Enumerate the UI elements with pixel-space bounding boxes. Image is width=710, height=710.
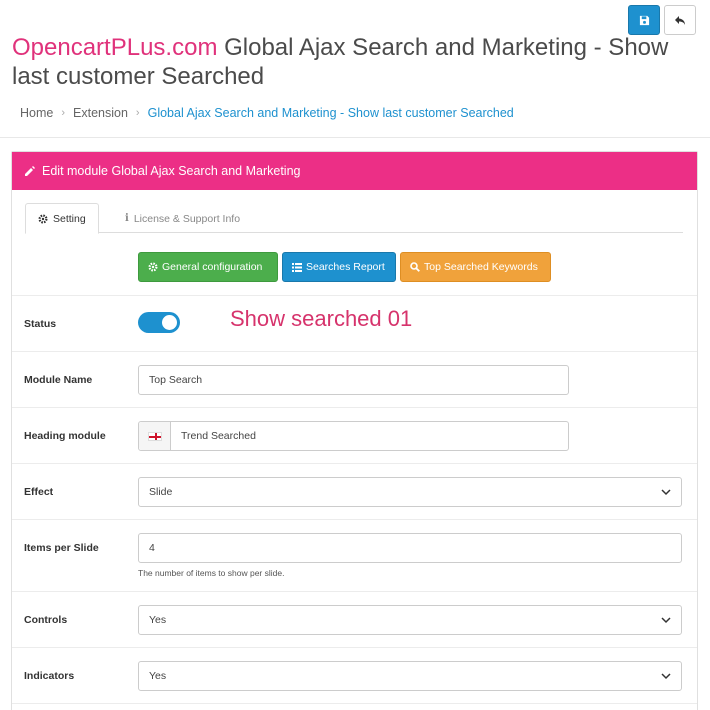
top-searched-keywords-label: Top Searched Keywords xyxy=(424,261,538,273)
chevron-down-icon xyxy=(661,487,671,497)
tab-license-label: License & Support Info xyxy=(133,212,241,225)
module-name-label: Module Name xyxy=(24,374,93,386)
top-searched-keywords-button[interactable]: Top Searched Keywords xyxy=(400,252,551,282)
divider xyxy=(0,137,710,138)
tab-license[interactable]: i License & Support Info xyxy=(113,203,252,234)
form-row-heading-module: Heading module Trend Searched xyxy=(12,407,697,463)
general-configuration-label: General configuration xyxy=(162,261,263,273)
effect-value: Slide xyxy=(149,486,173,498)
tab-bar: Setting i License & Support Info xyxy=(25,203,683,234)
controls-value: Yes xyxy=(149,614,167,626)
save-icon xyxy=(639,15,649,25)
breadcrumb-extension[interactable]: Extension xyxy=(73,106,128,120)
en-gb-flag-icon xyxy=(147,431,162,441)
heading-module-value: Trend Searched xyxy=(181,430,256,442)
page-title: OpencartPLus.com Global Ajax Search and … xyxy=(12,33,692,91)
indicators-select[interactable]: Yes xyxy=(138,661,682,691)
toggle-knob xyxy=(162,315,177,330)
effect-select[interactable]: Slide xyxy=(138,477,682,507)
items-per-slide-label: Items per Slide xyxy=(24,542,99,554)
brand-name: OpencartPLus.com xyxy=(12,34,218,61)
module-name-input[interactable]: Top Search xyxy=(138,365,569,395)
language-addon xyxy=(139,422,171,450)
form-row-controls: Controls Yes xyxy=(12,591,697,647)
indicators-label: Indicators xyxy=(24,670,75,682)
module-name-value: Top Search xyxy=(149,374,203,386)
tab-setting-label: Setting xyxy=(53,212,86,225)
panel-title: Edit module Global Ajax Search and Marke… xyxy=(42,164,301,178)
items-per-slide-help: The number of items to show per slide. xyxy=(138,568,285,578)
cog-icon xyxy=(38,213,48,224)
form-row-next xyxy=(12,703,697,710)
heading-module-label: Heading module xyxy=(24,430,106,442)
list-icon xyxy=(292,262,302,272)
form-row-indicators: Indicators Yes xyxy=(12,647,697,703)
searches-report-button[interactable]: Searches Report xyxy=(282,252,396,282)
chevron-down-icon xyxy=(661,615,671,625)
search-icon xyxy=(410,262,420,272)
tab-setting[interactable]: Setting xyxy=(25,203,99,234)
searches-report-label: Searches Report xyxy=(306,261,385,273)
chevron-right-icon: › xyxy=(61,107,66,119)
back-button[interactable] xyxy=(664,5,696,35)
panel-heading: Edit module Global Ajax Search and Marke… xyxy=(12,152,697,190)
form-row-module-name: Module Name Top Search xyxy=(12,351,697,407)
form-row-status: Status Show searched 01 xyxy=(12,295,697,351)
form-row-items-per-slide: Items per Slide 4 The number of items to… xyxy=(12,519,697,591)
info-icon: i xyxy=(125,213,129,224)
status-label: Status xyxy=(24,318,57,330)
effect-label: Effect xyxy=(24,486,54,498)
items-per-slide-input[interactable]: 4 xyxy=(138,533,682,563)
indicators-value: Yes xyxy=(149,670,167,682)
action-buttons: General configuration Searches Report To… xyxy=(138,252,551,282)
chevron-right-icon: › xyxy=(135,107,140,119)
breadcrumb-current[interactable]: Global Ajax Search and Marketing - Show … xyxy=(148,106,514,120)
reply-icon xyxy=(675,15,685,25)
controls-select[interactable]: Yes xyxy=(138,605,682,635)
status-toggle[interactable] xyxy=(138,312,180,333)
pencil-icon xyxy=(24,165,36,177)
controls-label: Controls xyxy=(24,614,68,626)
form-row-effect: Effect Slide xyxy=(12,463,697,519)
general-configuration-button[interactable]: General configuration xyxy=(138,252,278,282)
heading-module-input[interactable]: Trend Searched xyxy=(138,421,569,451)
edit-module-panel: Edit module Global Ajax Search and Marke… xyxy=(11,151,698,710)
annotation-text: Show searched 01 xyxy=(230,306,413,331)
cog-icon xyxy=(148,262,158,272)
save-button[interactable] xyxy=(628,5,660,35)
breadcrumb: Home › Extension › Global Ajax Search an… xyxy=(20,106,514,120)
chevron-down-icon xyxy=(661,671,671,681)
items-per-slide-value: 4 xyxy=(149,542,155,554)
top-actions xyxy=(628,5,696,35)
breadcrumb-home[interactable]: Home xyxy=(20,106,53,120)
